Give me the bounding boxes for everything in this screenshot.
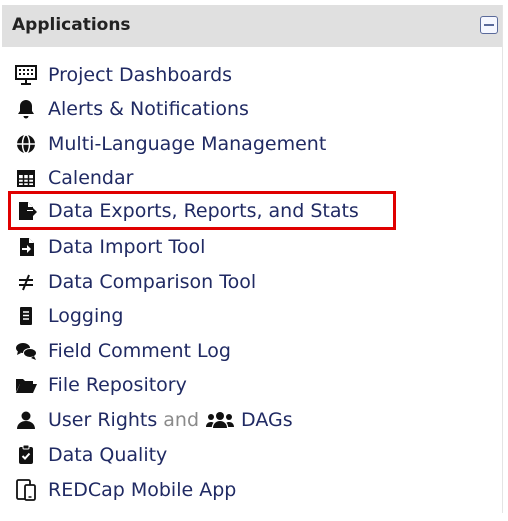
comments-icon: [14, 339, 38, 363]
users-icon: [205, 408, 235, 432]
menu-item-data-comparison[interactable]: Data Comparison Tool: [14, 267, 256, 297]
menu-item-label: Data Import Tool: [48, 236, 206, 258]
menu-item-label: Data Exports, Reports, and Stats: [48, 200, 359, 222]
applications-header: Applications: [2, 5, 502, 47]
menu-item-label: File Repository: [48, 374, 187, 396]
menu-item-file-repository[interactable]: File Repository: [14, 370, 187, 400]
file-export-icon: [14, 199, 38, 223]
menu-item-data-exports[interactable]: Data Exports, Reports, and Stats: [14, 196, 359, 226]
menu-item-alerts-notifications[interactable]: Alerts & Notifications: [14, 94, 249, 124]
menu-item-label: Data Comparison Tool: [48, 271, 257, 293]
menu-item-label: Calendar: [48, 167, 134, 189]
mobile-tablet-icon: [14, 478, 38, 502]
menu-item-label: Data Quality: [48, 444, 168, 466]
menu-item-label: Project Dashboards: [48, 64, 233, 86]
menu-item-multi-language[interactable]: Multi-Language Management: [14, 129, 326, 159]
dags-link[interactable]: DAGs: [241, 409, 293, 431]
menu-item-label: REDCap Mobile App: [48, 479, 237, 501]
menu-item-data-import[interactable]: Data Import Tool: [14, 232, 205, 262]
user-rights-link[interactable]: User Rights: [48, 409, 157, 431]
not-equal-icon: [14, 270, 38, 294]
calendar-icon: [14, 166, 38, 190]
menu-item-logging[interactable]: Logging: [14, 301, 123, 331]
menu-item-project-dashboards[interactable]: Project Dashboards: [14, 60, 232, 90]
menu-item-field-comment-log[interactable]: Field Comment Log: [14, 336, 231, 366]
file-import-icon: [14, 235, 38, 259]
menu-item-label: Logging: [48, 305, 124, 327]
user-icon: [14, 408, 38, 432]
menu-item-label: Multi-Language Management: [48, 133, 327, 155]
menu-item-user-rights-dags[interactable]: User Rights and DAGs: [14, 405, 293, 435]
menu-item-label: Field Comment Log: [48, 340, 231, 362]
dashboard-icon: [14, 63, 38, 87]
connector-text: and: [163, 409, 200, 431]
applications-title: Applications: [12, 15, 131, 35]
folder-open-icon: [14, 373, 38, 397]
bell-icon: [14, 97, 38, 121]
clipboard-check-icon: [14, 443, 38, 467]
collapse-icon[interactable]: [480, 16, 498, 34]
menu-item-redcap-mobile-app[interactable]: REDCap Mobile App: [14, 475, 236, 505]
list-log-icon: [14, 304, 38, 328]
menu-item-calendar[interactable]: Calendar: [14, 163, 133, 193]
menu-item-data-quality[interactable]: Data Quality: [14, 440, 167, 470]
globe-icon: [14, 132, 38, 156]
menu-item-label: Alerts & Notifications: [48, 98, 249, 120]
